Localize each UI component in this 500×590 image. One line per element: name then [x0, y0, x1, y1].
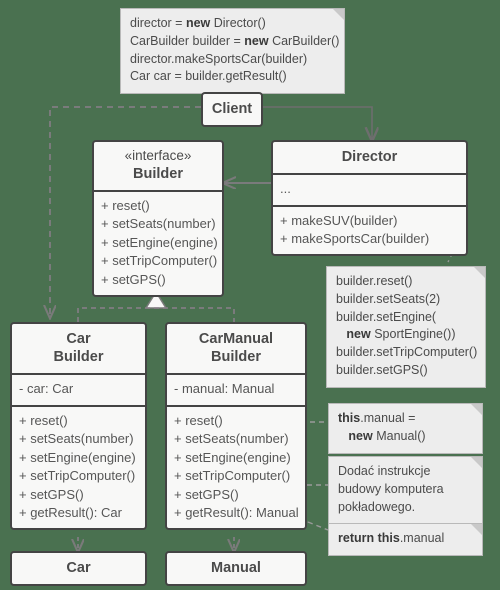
uml-member-row: - car: Car	[19, 381, 74, 397]
builder-interface-class[interactable]: «interface» Builder + reset() + setSeats(…	[92, 140, 224, 298]
note-line: director = new Director()	[130, 16, 266, 30]
director-operations: + makeSUV(builder) + makeSportsCar(builde…	[273, 204, 466, 255]
note-body: return this.manual	[338, 530, 473, 548]
uml-diagram-canvas: director = new Director() CarBuilder buil…	[0, 0, 500, 590]
car-builder-class[interactable]: Car Builder - car: Car + reset() + setSea…	[10, 322, 147, 531]
note-line: builder.reset()	[336, 274, 413, 288]
car-manual-builder-class[interactable]: CarManual Builder - manual: Manual + res…	[165, 322, 307, 531]
note-line: pokładowego.	[338, 499, 416, 514]
note-line: builder.setSeats(2)	[336, 291, 441, 306]
uml-member-row: + setGPS()	[101, 271, 166, 287]
note-line: budowy komputera	[338, 481, 444, 496]
car-builder-title-line2: Builder	[53, 349, 104, 366]
uml-member-row: + setTripComputer()	[101, 253, 218, 269]
uml-member-row: + makeSUV(builder)	[280, 212, 398, 228]
uml-member-row: + reset()	[19, 412, 68, 428]
manual-class[interactable]: Manual	[165, 551, 307, 587]
uml-member-row: - manual: Manual	[174, 381, 275, 397]
car-builder-title-line1: Car	[66, 331, 91, 347]
get-result-note-line	[307, 521, 329, 531]
director-class[interactable]: Director ... + makeSUV(builder) + makeSpo…	[271, 140, 468, 257]
builder-operations: + reset() + setSeats(number) + setEngine(e…	[94, 190, 222, 295]
note-line: new Manual()	[348, 428, 426, 443]
uml-member-row: + setTripComputer()	[174, 468, 291, 484]
manual-class-title: Manual	[211, 560, 261, 576]
uml-member-row: + setSeats(number)	[174, 431, 289, 447]
uml-member-row: + reset()	[101, 198, 150, 213]
note-line: Car car = builder.getResult()	[130, 69, 287, 84]
car-manual-builder-title-line1: CarManual	[198, 331, 274, 347]
car-builder-operations: + reset() + setSeats(number) + setEngine(e…	[12, 404, 145, 529]
note-line: builder.setEngine(	[336, 309, 437, 324]
client-class[interactable]: Client	[201, 92, 263, 128]
car-builder-attributes: - car: Car	[12, 373, 145, 404]
note-body: builder.reset() builder.setSeats(2) builde…	[336, 273, 478, 380]
note-fold-corner	[471, 457, 482, 468]
get-result-implementation-note: return this.manual	[328, 523, 483, 556]
client-class-title: Client	[211, 101, 253, 117]
note-body: director = new Director() CarBuilder buil…	[130, 15, 340, 86]
note-body: this.manual = new Manual()	[338, 410, 473, 446]
uml-member-row: + setSeats(number)	[19, 431, 134, 447]
car-manual-builder-title-line2: Builder	[211, 349, 261, 366]
note-fold-corner	[333, 9, 344, 20]
note-line: new SportEngine())	[346, 327, 456, 342]
uml-member-row: + setSeats(number)	[101, 216, 216, 232]
uml-member-row: + setEngine(engine)	[174, 449, 291, 465]
note-fold-corner	[471, 404, 482, 415]
car-manual-builder-attributes: - manual: Manual	[167, 373, 305, 404]
uml-member-row: + setGPS()	[19, 486, 84, 502]
note-line: CarBuilder builder = new CarBuilder()	[130, 33, 340, 48]
note-fold-corner	[471, 524, 482, 535]
uml-member-row: + getResult(): Car	[19, 504, 122, 520]
note-body: Dodać instrukcje budowy komputera pokładow…	[338, 463, 473, 516]
note-line: this.manual =	[338, 411, 416, 425]
builder-interface-title: «interface» Builder	[94, 142, 222, 190]
uml-member-row: ...	[280, 181, 291, 197]
uml-member-row: + getResult(): Manual	[174, 504, 299, 520]
reset-implementation-note: this.manual = new Manual()	[328, 403, 483, 454]
director-class-title: Director	[341, 149, 398, 165]
uml-member-row: + setEngine(engine)	[101, 234, 218, 250]
note-line: return this.manual	[338, 531, 445, 545]
client-director-line	[263, 106, 372, 140]
note-line: director.makeSportsCar(builder)	[130, 51, 308, 66]
car-builder-title: Car Builder	[12, 324, 145, 373]
uml-member-row: + setTripComputer()	[19, 468, 136, 484]
uml-member-row: + reset()	[174, 412, 223, 428]
car-class-title: Car	[66, 560, 91, 576]
note-fold-corner	[474, 267, 485, 278]
client-usage-note: director = new Director() CarBuilder buil…	[120, 8, 345, 94]
uml-member-row: + makeSportsCar(builder)	[280, 231, 430, 247]
note-line: Dodać instrukcje	[338, 464, 431, 478]
trip-computer-instruction-note: Dodać instrukcje budowy komputera pokładow…	[328, 456, 483, 525]
car-manual-builder-title: CarManual Builder	[167, 324, 305, 373]
note-line: builder.setTripComputer()	[336, 345, 478, 359]
director-attributes: ...	[273, 173, 466, 204]
car-class[interactable]: Car	[10, 551, 147, 587]
uml-member-row: + setEngine(engine)	[19, 449, 136, 465]
realization-bus	[77, 307, 235, 322]
builder-stereotype: «interface»	[124, 148, 192, 163]
builder-name: Builder	[133, 165, 183, 182]
make-sports-car-note: builder.reset() builder.setSeats(2) builde…	[326, 266, 486, 388]
uml-member-row: + setGPS()	[174, 486, 239, 502]
note-line: builder.setGPS()	[336, 362, 428, 377]
car-manual-builder-operations: + reset() + setSeats(number) + setEngine(e…	[167, 404, 305, 529]
